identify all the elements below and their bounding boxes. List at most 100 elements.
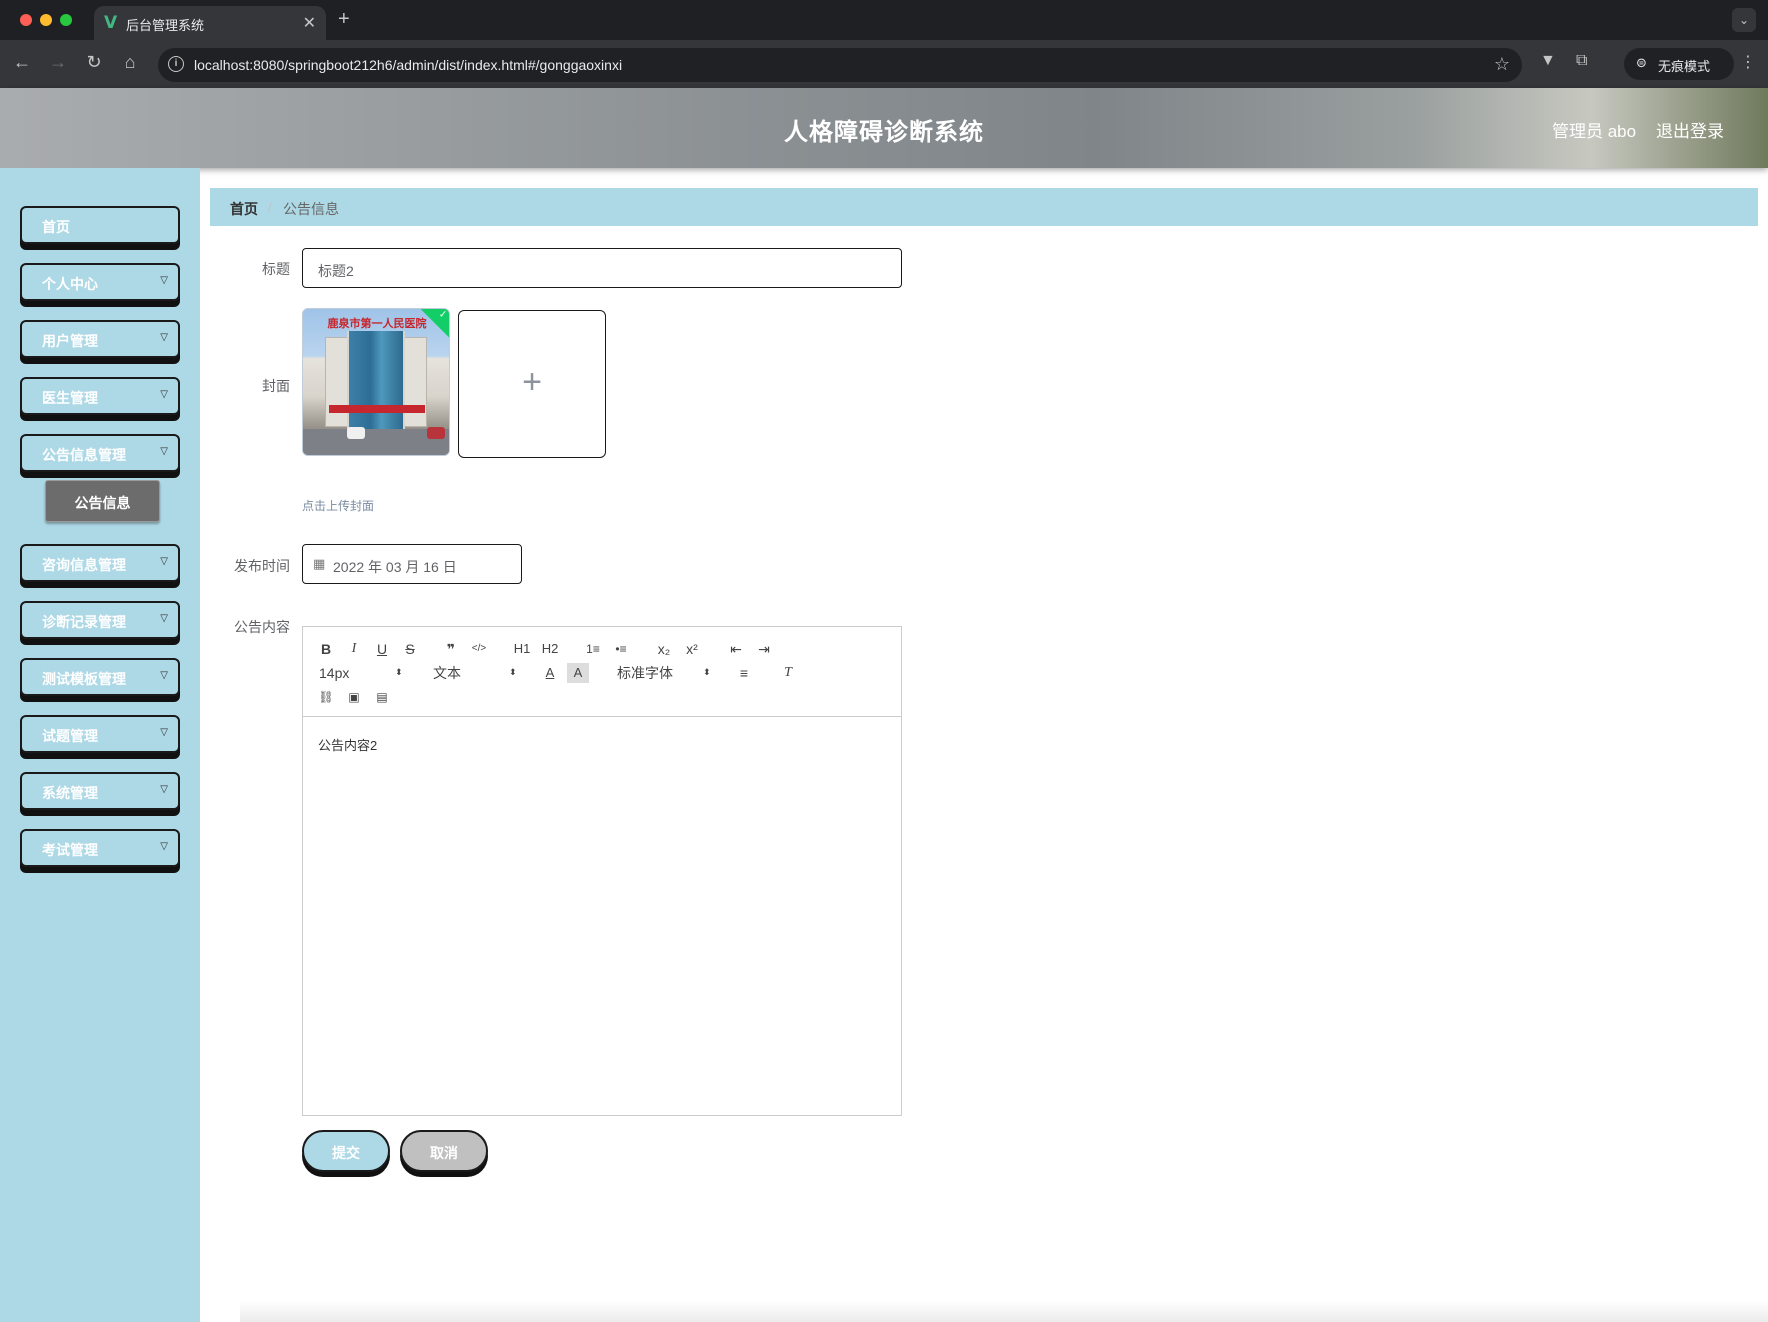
background-color-icon[interactable]: A — [567, 663, 589, 683]
outdent-icon[interactable]: ⇤ — [725, 639, 747, 659]
strikethrough-icon[interactable]: S — [399, 639, 421, 659]
sidebar-item-label: 个人中心 — [42, 276, 98, 292]
sidebar-item-question-management[interactable]: 试题管理 ▽ — [20, 715, 180, 753]
incognito-indicator[interactable]: ⊜ 无痕模式 — [1624, 48, 1734, 80]
header-2-icon[interactable]: H2 — [539, 639, 561, 659]
image-icon[interactable]: ▣ — [343, 687, 365, 707]
sidebar-item-label: 公告信息管理 — [42, 447, 126, 463]
upload-tip: 点击上传封面 — [302, 499, 375, 513]
content-field-label: 公告内容 — [234, 619, 290, 635]
incognito-label: 无痕模式 — [1658, 59, 1711, 74]
sidebar-item-label: 医生管理 — [42, 390, 98, 406]
title-input-value[interactable]: 标题2 — [318, 261, 354, 281]
admin-user-label: 管理员 abo — [1552, 122, 1637, 141]
plus-icon: + — [522, 363, 542, 401]
home-icon[interactable]: ⌂ — [118, 52, 142, 73]
publish-date-picker[interactable]: ▦ 2022 年 03 月 16 日 — [302, 544, 522, 584]
editor-content[interactable]: 公告内容2 — [318, 735, 377, 754]
italic-icon[interactable]: I — [343, 639, 365, 659]
new-tab-icon[interactable]: + — [338, 8, 350, 31]
chevron-down-icon: ▽ — [160, 275, 168, 286]
logout-button[interactable]: 退出登录 — [1656, 117, 1724, 142]
browser-tab[interactable]: V 后台管理系统 ✕ — [94, 6, 326, 40]
browser-toolbar: ← → ↻ ⌂ i localhost:8080/springboot212h6… — [0, 40, 1768, 88]
superscript-icon[interactable]: x² — [681, 639, 703, 659]
bottom-shadow — [240, 1300, 1768, 1322]
chevron-down-icon: ▽ — [160, 670, 168, 681]
cover-sign-text: 鹿泉市第一人民医院 — [327, 318, 427, 330]
sidebar-item-notice-management[interactable]: 公告信息管理 ▽ — [20, 434, 180, 472]
site-info-icon[interactable]: i — [168, 56, 184, 72]
select-arrows-icon: ⬍ — [703, 667, 711, 677]
header-1-icon[interactable]: H1 — [511, 639, 533, 659]
close-window-icon[interactable] — [20, 14, 32, 26]
sidebar-item-home[interactable]: 首页 — [20, 206, 180, 244]
subscript-icon[interactable]: x₂ — [653, 639, 675, 659]
code-block-icon[interactable]: </> — [468, 639, 490, 659]
rich-text-editor: B I U S ❞ </> H1 H2 1≡ •≡ x₂ x² ⇤ ⇥ 14px… — [302, 626, 902, 1116]
check-icon: ✓ — [438, 309, 448, 321]
calendar-icon: ▦ — [313, 556, 326, 571]
building-banner — [329, 405, 425, 413]
url-text[interactable]: localhost:8080/springboot212h6/admin/dis… — [194, 57, 622, 73]
browser-menu-icon[interactable]: ⋮ — [1740, 52, 1756, 72]
sidebar-item-label: 咨询信息管理 — [42, 557, 126, 573]
breadcrumb-home[interactable]: 首页 — [230, 199, 258, 219]
video-icon[interactable]: ▤ — [371, 687, 393, 707]
sidebar-item-doctor-management[interactable]: 医生管理 ▽ — [20, 377, 180, 415]
title-input[interactable]: 标题2 — [302, 248, 902, 288]
chevron-down-icon: ▽ — [160, 556, 168, 567]
select-arrows-icon: ⬍ — [395, 667, 403, 677]
submit-button[interactable]: 提交 — [302, 1130, 390, 1172]
breadcrumb: 首页 / 公告信息 — [210, 188, 1758, 226]
sidebar-item-label: 用户管理 — [42, 333, 98, 349]
bookmark-star-icon[interactable]: ☆ — [1494, 54, 1510, 75]
font-color-icon[interactable]: A — [539, 663, 561, 683]
publish-date-value[interactable]: 2022 年 03 月 16 日 — [333, 557, 457, 577]
cover-upload-button[interactable]: + — [458, 310, 606, 458]
vue-logo-icon: V — [104, 13, 118, 33]
font-family-select[interactable]: 标准字体 — [617, 663, 673, 683]
minimize-window-icon[interactable] — [40, 14, 52, 26]
bold-icon[interactable]: B — [315, 639, 337, 659]
sidebar-item-label: 考试管理 — [42, 842, 98, 858]
font-size-select[interactable]: 14px — [319, 663, 349, 683]
extensions-icon[interactable]: ⧉ — [1576, 52, 1587, 70]
align-icon[interactable]: ≡ — [733, 663, 755, 683]
bullet-list-icon[interactable]: •≡ — [610, 639, 632, 659]
indent-icon[interactable]: ⇥ — [753, 639, 775, 659]
incognito-icon: ⊜ — [1636, 55, 1647, 70]
sidebar-item-exam-management[interactable]: 考试管理 ▽ — [20, 829, 180, 867]
sidebar-item-label: 诊断记录管理 — [42, 614, 126, 630]
underline-icon[interactable]: U — [371, 639, 393, 659]
sidebar-item-system-management[interactable]: 系统管理 ▽ — [20, 772, 180, 810]
clear-format-icon[interactable]: T — [777, 663, 799, 683]
sidebar-item-personal-center[interactable]: 个人中心 ▽ — [20, 263, 180, 301]
maximize-window-icon[interactable] — [60, 14, 72, 26]
blockquote-icon[interactable]: ❞ — [440, 639, 462, 659]
sidebar-item-label: 首页 — [42, 219, 70, 235]
tab-search-icon[interactable]: ⌄ — [1732, 8, 1756, 32]
submenu-item-notice-info[interactable]: 公告信息 — [45, 480, 160, 522]
address-bar[interactable]: i localhost:8080/springboot212h6/admin/d… — [158, 48, 1522, 82]
header-select[interactable]: 文本 — [433, 663, 461, 683]
forward-icon[interactable]: → — [46, 52, 70, 73]
sidebar-item-user-management[interactable]: 用户管理 ▽ — [20, 320, 180, 358]
cancel-button[interactable]: 取消 — [400, 1130, 488, 1172]
sidebar-item-test-templates[interactable]: 测试模板管理 ▽ — [20, 658, 180, 696]
vue-devtools-icon[interactable]: ▼ — [1540, 52, 1556, 70]
sidebar-item-label: 测试模板管理 — [42, 671, 126, 687]
tab-close-icon[interactable]: ✕ — [303, 13, 316, 33]
link-icon[interactable]: ⛓ — [315, 687, 337, 707]
app-header: 人格障碍诊断系统 管理员 abo 退出登录 — [0, 88, 1768, 168]
submit-button-label: 提交 — [332, 1145, 360, 1161]
cover-thumbnail[interactable]: 鹿泉市第一人民医院 ✓ — [302, 308, 450, 456]
submenu-item-label: 公告信息 — [74, 495, 131, 511]
reload-icon[interactable]: ↻ — [82, 52, 106, 73]
sidebar-item-consult-management[interactable]: 咨询信息管理 ▽ — [20, 544, 180, 582]
editor-toolbar: B I U S ❞ </> H1 H2 1≡ •≡ x₂ x² ⇤ ⇥ 14px… — [303, 627, 901, 717]
back-icon[interactable]: ← — [10, 52, 34, 73]
sidebar-item-diagnosis-records[interactable]: 诊断记录管理 ▽ — [20, 601, 180, 639]
ordered-list-icon[interactable]: 1≡ — [582, 639, 604, 659]
cover-field-label: 封面 — [262, 378, 290, 394]
